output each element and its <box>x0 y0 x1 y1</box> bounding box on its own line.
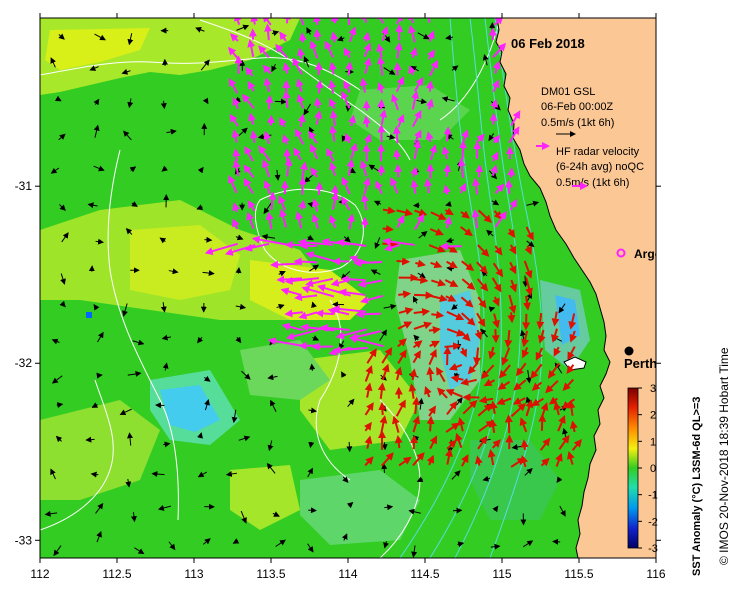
radar-arrow-southward <box>382 239 399 248</box>
radar-arrow-northward <box>507 167 516 178</box>
legend-radar-line2: (6-24h avg) noQC <box>556 161 644 173</box>
radar-arrow-northward <box>315 79 324 94</box>
perth-label: Perth <box>624 356 657 371</box>
colorbar-tick-label: -3 <box>648 543 658 555</box>
legend-radar-scale: 0.5m/s (1kt 6h) <box>556 177 629 189</box>
model-current-arrow <box>235 267 242 274</box>
radar-arrow-northward <box>355 310 381 319</box>
map-plot-area: 06 Feb 2018 DM01 GSL 06-Feb 00:00Z 0.5m/… <box>40 18 662 558</box>
radar-arrow-northward <box>475 164 484 178</box>
x-tick-label: 115.5 <box>564 567 593 581</box>
colorbar-ramp <box>627 387 639 549</box>
colorbar-tick-label: 3 <box>650 383 656 395</box>
model-current-arrow <box>346 441 353 453</box>
radar-arrow-southward <box>410 435 419 450</box>
radar-arrow-southward <box>444 342 461 351</box>
radar-arrow-northward <box>298 32 307 43</box>
radar-arrow-northward <box>232 148 241 162</box>
model-current-arrow <box>552 538 561 545</box>
radar-arrow-northward <box>298 176 307 195</box>
model-current-arrow <box>381 442 388 451</box>
radar-arrow-southward <box>504 414 513 434</box>
legend-model-line2: 06-Feb 00:00Z <box>541 101 613 113</box>
colorbar-tick-label: 2 <box>650 410 656 422</box>
radar-arrow-northward <box>315 181 324 195</box>
y-tick-label: -33 <box>15 533 33 547</box>
radar-arrow-southward <box>412 396 421 414</box>
radar-arrow-northward <box>330 18 339 24</box>
x-tick-label: 116 <box>646 567 665 581</box>
model-current-arrow <box>274 98 287 105</box>
colorbar-tick-label: -1 <box>648 490 658 502</box>
radar-arrow-northward <box>313 28 322 41</box>
model-current-arrow <box>522 275 529 288</box>
radar-arrow-southward <box>382 224 394 233</box>
radar-arrow-northward <box>315 309 334 318</box>
credit-text: © IMOS 20-Nov-2018 18:39 Hobart Time <box>717 347 731 565</box>
model-current-arrow <box>96 372 103 379</box>
radar-arrow-northward <box>362 115 371 128</box>
radar-arrow-northward <box>504 179 513 194</box>
radar-arrow-southward <box>396 257 411 266</box>
radar-arrow-southward <box>428 326 441 335</box>
x-tick-label: 114.5 <box>410 567 439 581</box>
legend-model-scale: 0.5m/s (1kt 6h) <box>541 117 614 129</box>
radar-arrow-southward <box>394 435 403 449</box>
legend-radar-line1: HF radar velocity <box>556 146 640 158</box>
radar-arrow-northward <box>265 94 274 110</box>
argo-label: Argo <box>634 247 662 261</box>
x-tick-label: 114 <box>338 567 357 581</box>
x-tick-label: 112.5 <box>102 567 131 581</box>
radar-arrow-northward <box>459 140 467 160</box>
model-current-arrow <box>309 363 316 371</box>
radar-arrow-southward <box>431 310 445 319</box>
radar-arrow-southward <box>520 439 529 450</box>
radar-arrow-southward <box>491 329 500 344</box>
radar-arrow-northward <box>293 257 318 266</box>
y-tick-label: -32 <box>15 356 33 370</box>
radar-arrow-northward <box>340 275 367 284</box>
x-tick-label: 115 <box>492 567 511 581</box>
radar-arrow-northward <box>264 23 273 41</box>
radar-arrow-northward <box>443 126 452 142</box>
radar-arrow-southward <box>426 415 435 432</box>
colorbar-label: SST Anomaly (°C) L3SM-6d QL>=3 <box>691 397 703 576</box>
x-tick-label: 112 <box>30 567 49 581</box>
perth-city-marker <box>624 346 634 356</box>
radar-arrow-northward <box>426 80 435 92</box>
radar-arrow-northward <box>393 149 402 160</box>
radar-arrow-northward <box>296 47 305 59</box>
colorbar-tick-label: 0 <box>650 463 656 475</box>
radar-arrow-southward <box>414 291 434 300</box>
model-current-arrow <box>85 436 95 443</box>
colorbar-tick-label: 1 <box>650 436 656 448</box>
radar-arrow-northward <box>345 61 354 76</box>
colorbar-tick-label: -2 <box>648 516 658 528</box>
legend-model-line1: DM01 GSL <box>541 86 595 98</box>
model-current-arrow <box>308 507 317 514</box>
radar-arrow-southward <box>378 401 387 416</box>
radar-arrow-northward <box>394 163 403 178</box>
radar-arrow-northward <box>353 258 383 267</box>
radar-arrow-northward <box>377 99 386 110</box>
y-tick-label: -31 <box>15 179 33 193</box>
x-tick-label: 113 <box>184 567 203 581</box>
model-current-arrow <box>204 236 213 243</box>
radar-arrow-southward <box>398 290 412 299</box>
sst-anomaly-map-figure: 06 Feb 2018 DM01 GSL 06-Feb 00:00Z 0.5m/… <box>15 13 731 581</box>
radar-arrow-northward <box>443 163 452 177</box>
radar-arrow-northward <box>392 125 401 144</box>
radar-arrow-northward <box>313 97 322 109</box>
radar-arrow-northward <box>330 31 339 43</box>
radar-arrow-southward <box>507 312 516 324</box>
radar-arrow-southward <box>443 346 452 366</box>
x-tick-label: 113.5 <box>256 567 285 581</box>
radar-arrow-northward <box>249 130 258 143</box>
map-date: 06 Feb 2018 <box>511 36 585 51</box>
